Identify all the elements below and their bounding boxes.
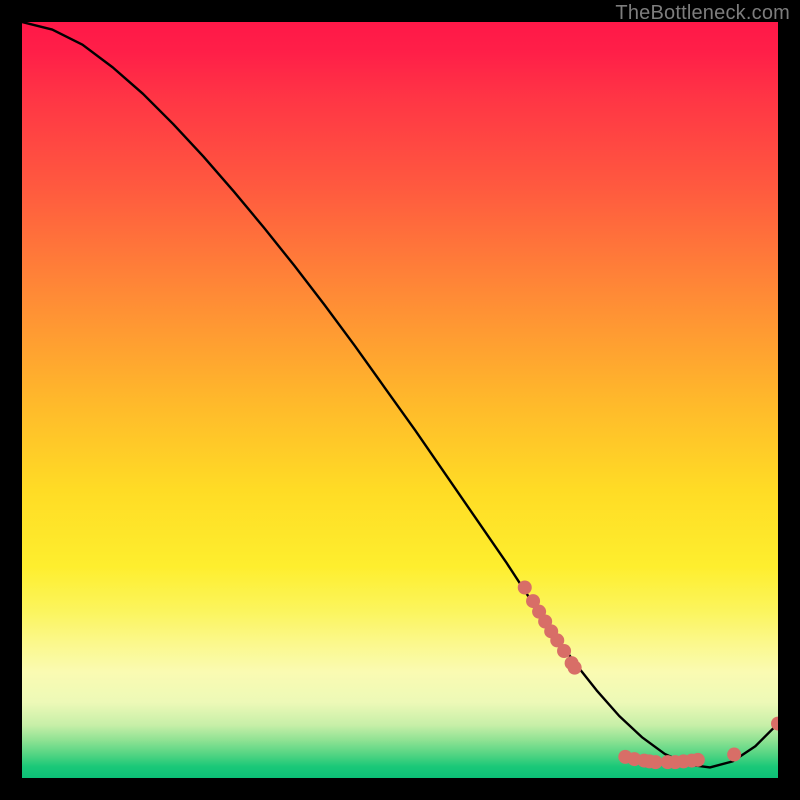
- data-dot: [568, 661, 582, 675]
- data-dot: [518, 580, 532, 594]
- data-dot: [649, 755, 663, 769]
- watermark-text: TheBottleneck.com: [615, 2, 790, 25]
- data-dot: [557, 644, 571, 658]
- chart-frame: TheBottleneck.com: [0, 0, 800, 800]
- data-dot: [691, 753, 705, 767]
- bottleneck-curve: [22, 22, 778, 767]
- chart-overlay: [22, 22, 778, 778]
- data-dot: [727, 748, 741, 762]
- plot-area: [22, 22, 778, 778]
